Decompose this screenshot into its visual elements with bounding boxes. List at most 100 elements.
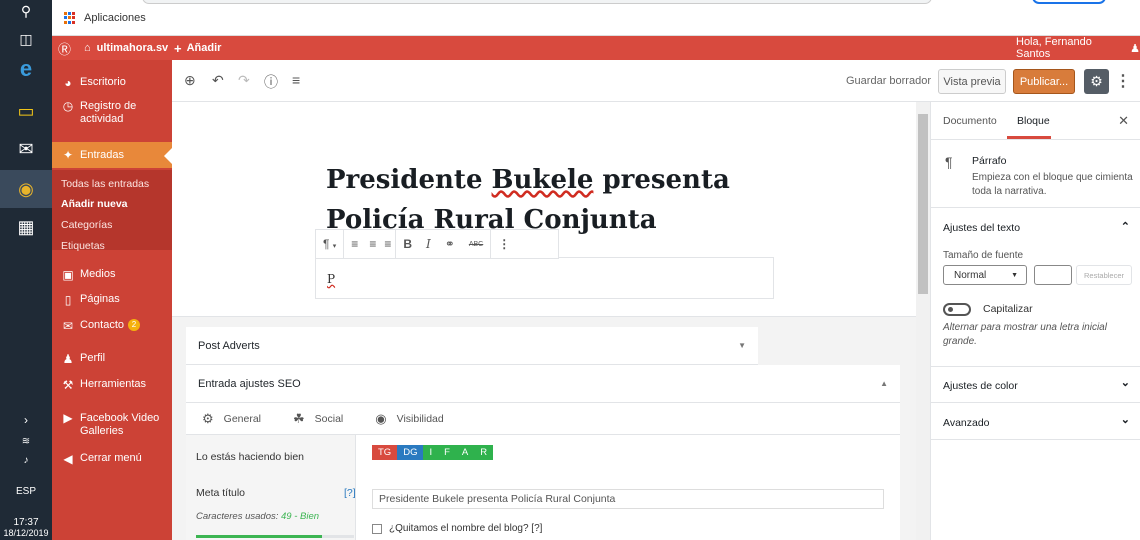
paragraph-icon: ¶ <box>945 154 953 170</box>
collapse-icon: ◀ <box>63 452 73 466</box>
undo-icon[interactable]: ↶ <box>212 72 224 89</box>
language-indicator[interactable]: ESP <box>0 486 52 497</box>
block-name: Párrafo <box>972 155 1007 167</box>
color-settings-panel-title[interactable]: Ajustes de color <box>943 380 1018 392</box>
editor-scrollbar-thumb[interactable] <box>918 114 928 294</box>
menu-item-entradas[interactable]: ✦ Entradas <box>52 142 172 168</box>
link-icon[interactable]: ⚭ <box>438 237 462 251</box>
post-adverts-header[interactable]: Post Adverts ▼ <box>186 327 758 365</box>
seo-general-panel: Lo estás haciendo bien TG DG I F A R Meta tít… <box>186 435 900 540</box>
paragraph-text[interactable]: P <box>327 272 335 286</box>
home-icon: ⌂ <box>84 42 91 54</box>
tab-visibilidad[interactable]: ◉ Visibilidad <box>359 411 459 427</box>
post-title[interactable]: Presidente Bukele presenta Policía Rural… <box>326 160 766 240</box>
menu-item-perfil[interactable]: ♟ Perfil <box>52 352 172 366</box>
wrench-icon: ⚒ <box>62 378 74 392</box>
menu-item-contacto[interactable]: ✉ Contacto 2 <box>52 319 172 333</box>
submenu-categorias[interactable]: Categorías <box>61 219 112 231</box>
caret-down-icon: ▼ <box>1011 271 1018 279</box>
submenu-anadir[interactable]: Añadir nueva <box>61 198 128 210</box>
volume-icon[interactable]: ♪ <box>0 452 52 468</box>
menu-item-registro[interactable]: ◷ Registro de actividad <box>52 100 172 126</box>
tab-documento[interactable]: Documento <box>943 115 997 127</box>
menu-item-facebook[interactable]: ▶ Facebook Video Galleries <box>52 412 172 438</box>
seo-settings-header[interactable]: Entrada ajustes SEO ▲ <box>186 365 900 403</box>
paragraph-icon[interactable]: ¶ ▾ <box>316 237 343 251</box>
meta-title-label: Meta título <box>196 487 246 499</box>
menu-item-cerrar[interactable]: ◀ Cerrar menú <box>52 452 172 466</box>
publish-button[interactable]: Publicar... <box>1013 69 1075 94</box>
menu-item-medios[interactable]: ▣ Medios <box>52 268 172 282</box>
seo-status-label: Lo estás haciendo bien <box>196 451 304 463</box>
meta-title-help-link[interactable]: [?] <box>344 487 356 499</box>
bold-icon[interactable]: B <box>396 237 419 251</box>
font-size-select[interactable]: Normal ▼ <box>943 265 1027 285</box>
advanced-panel-title[interactable]: Avanzado <box>943 417 990 429</box>
sidebar-tabs: Documento Bloque ✕ <box>931 102 1140 140</box>
tab-general[interactable]: ⚙ General <box>186 411 277 427</box>
info-icon[interactable]: ⓘ <box>264 72 278 92</box>
apps-grid-icon[interactable] <box>64 12 76 24</box>
user-icon: ♟ <box>62 352 74 366</box>
store-icon[interactable]: ▦ <box>0 208 52 246</box>
wordpress-logo-icon[interactable]: Ⓡ <box>58 36 71 60</box>
submenu-etiquetas[interactable]: Etiquetas <box>61 240 105 252</box>
editor-header: ⊕ ↶ ↷ ⓘ ≡ Guardar borrador Vista previa … <box>172 60 1140 102</box>
text-settings-panel-title[interactable]: Ajustes del texto <box>943 222 1020 234</box>
submenu-todas[interactable]: Todas las entradas <box>61 178 149 190</box>
caret-down-icon[interactable]: ▼ <box>738 341 746 350</box>
settings-gear-icon[interactable]: ⚙ <box>1084 69 1109 94</box>
apps-bookmark[interactable]: Aplicaciones <box>84 12 146 24</box>
chevron-up-icon[interactable]: › <box>0 410 52 430</box>
preview-button[interactable]: Vista previa <box>938 69 1006 94</box>
file-explorer-icon[interactable]: ▭ <box>0 92 52 130</box>
pin-icon: ✦ <box>62 148 74 162</box>
outline-icon[interactable]: ≡ <box>292 72 300 88</box>
chevron-down-icon[interactable]: ⌄ <box>1121 376 1130 389</box>
reset-button[interactable]: Restablecer <box>1076 265 1132 285</box>
italic-icon[interactable]: I <box>419 237 438 251</box>
mail-icon[interactable]: ✉ <box>0 130 52 168</box>
add-block-icon[interactable]: ⊕ <box>184 72 196 89</box>
chevron-down-icon[interactable]: ⌄ <box>1121 413 1130 426</box>
tab-social[interactable]: ☘ Social <box>277 411 359 427</box>
address-bar[interactable] <box>142 0 932 4</box>
tab-bloque[interactable]: Bloque <box>1017 115 1050 127</box>
seo-score-segment: F <box>438 445 456 460</box>
drop-cap-toggle[interactable] <box>943 303 971 316</box>
chevron-up-icon[interactable]: ⌃ <box>1121 220 1130 233</box>
windows-taskbar: ⚲ ◫ e ▭ ✉ ◉ ▦ › ≋ ♪ ESP 17:37 18/12/2019 <box>0 0 52 540</box>
editor-scrollbar[interactable] <box>916 102 930 540</box>
align-center-icon[interactable]: ≡ <box>365 237 380 251</box>
save-draft-button[interactable]: Guardar borrador <box>846 75 931 87</box>
history-icon: ◷ <box>62 99 74 113</box>
align-left-icon[interactable]: ≡ <box>344 237 365 251</box>
meta-title-input[interactable]: Presidente Bukele presenta Policía Rural… <box>372 489 884 509</box>
menu-item-paginas[interactable]: ▯ Páginas <box>52 293 172 307</box>
strikethrough-icon[interactable]: ABC <box>462 241 490 248</box>
caret-up-icon[interactable]: ▲ <box>880 379 888 388</box>
redo-icon[interactable]: ↷ <box>238 72 250 89</box>
custom-font-size-input[interactable] <box>1034 265 1072 285</box>
remove-blog-name-checkbox[interactable]: ¿Quitamos el nombre del blog? [?] <box>372 523 542 534</box>
chrome-icon[interactable]: ◉ <box>0 170 52 208</box>
menu-item-herramientas[interactable]: ⚒ Herramientas <box>52 378 172 392</box>
site-name-link[interactable]: ⌂ ultimahora.sv <box>84 36 168 60</box>
search-icon[interactable]: ⚲ <box>0 0 52 22</box>
seo-score-segment: I <box>423 445 439 460</box>
add-new-link[interactable]: + Añadir <box>174 36 221 60</box>
paragraph-block[interactable]: P <box>315 257 774 299</box>
more-formatting-icon[interactable]: ⋮ <box>491 237 517 251</box>
user-account-link[interactable]: Hola, Fernando Santos ♟ <box>1016 36 1140 60</box>
close-icon[interactable]: ✕ <box>1118 113 1129 129</box>
block-description: Empieza con el bloque que cimienta toda … <box>972 172 1133 197</box>
share-icon: ☘ <box>293 410 305 426</box>
block-toolbar: ¶ ▾ ≡ ≡ ≡ B I ⚭ ABC ⋮ <box>315 229 559 259</box>
menu-item-escritorio[interactable]: ◕ Escritorio <box>52 76 172 90</box>
more-options-icon[interactable]: ⋮ <box>1115 71 1131 91</box>
profile-button[interactable] <box>1032 0 1106 4</box>
edge-icon[interactable]: e <box>0 50 52 88</box>
dashboard-icon: ◕ <box>64 76 72 90</box>
network-icon[interactable]: ≋ <box>0 432 52 450</box>
align-right-icon[interactable]: ≡ <box>380 237 395 251</box>
